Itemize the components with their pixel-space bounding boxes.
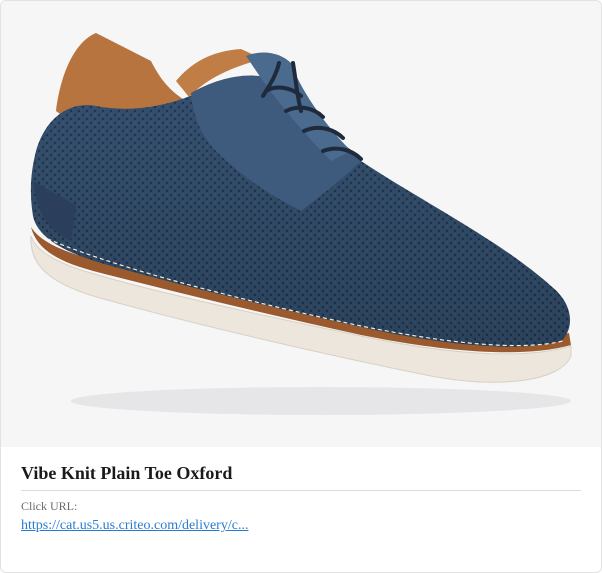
click-url-link[interactable]: https://cat.us5.us.criteo.com/delivery/c…: [21, 518, 248, 534]
product-card[interactable]: Vibe Knit Plain Toe Oxford Click URL: ht…: [0, 0, 602, 573]
product-title[interactable]: Vibe Knit Plain Toe Oxford: [21, 463, 581, 491]
shoe-image: [30, 33, 572, 415]
product-info: Vibe Knit Plain Toe Oxford Click URL: ht…: [21, 463, 581, 534]
click-url-label: Click URL:: [21, 499, 78, 513]
product-image[interactable]: [1, 1, 601, 447]
